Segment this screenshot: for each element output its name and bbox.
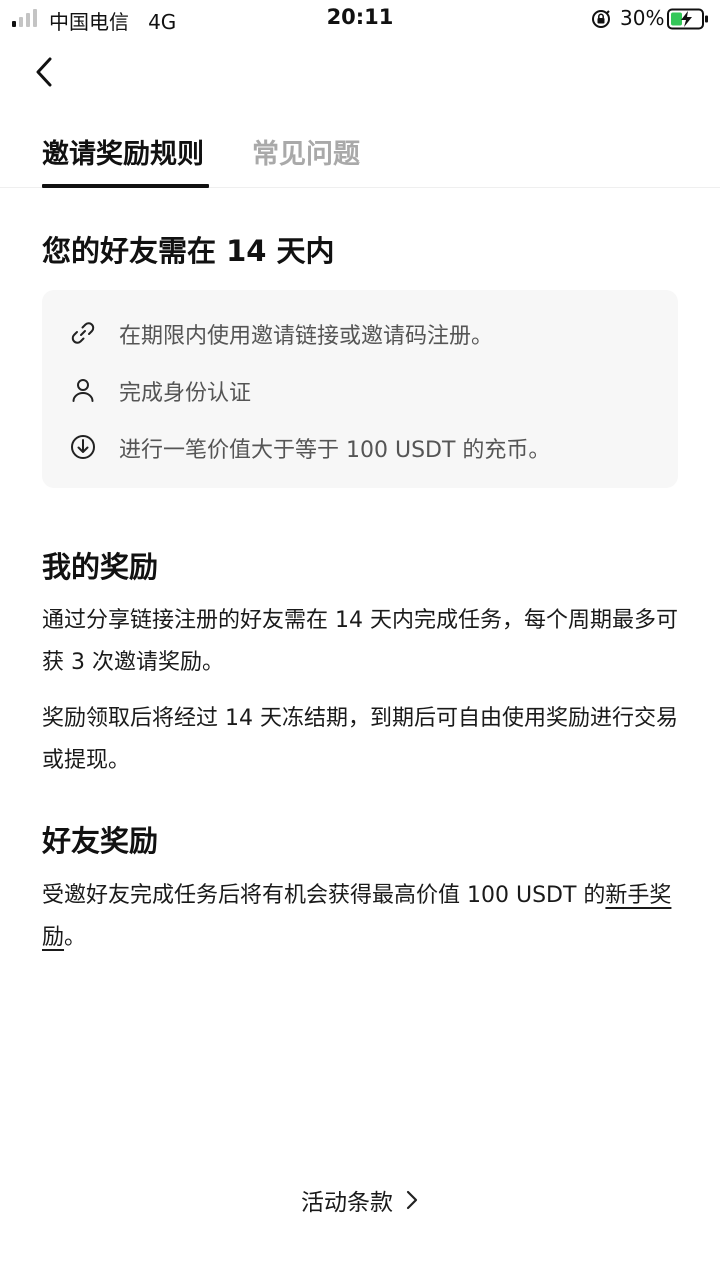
battery-percent: 30% [620, 6, 665, 30]
steps-card: 在期限内使用邀请链接或邀请码注册。 完成身份认证 进行一笔价值大于等于 100 … [42, 290, 678, 488]
friend-reward-title: 好友奖励 [42, 824, 159, 858]
user-icon [72, 379, 94, 402]
my-reward-title: 我的奖励 [42, 550, 159, 584]
active-tab-indicator [42, 184, 209, 188]
step-text: 进行一笔价值大于等于 100 USDT 的充币。 [119, 438, 551, 463]
step-text: 完成身份认证 [119, 381, 252, 406]
tab-bar: 邀请奖励规则 常见问题 [0, 118, 720, 188]
deposit-icon [71, 435, 95, 459]
status-bar: 中国电信 4G 20:11 30% [0, 0, 720, 38]
invite-rules-page: 中国电信 4G 20:11 30% 邀请奖励规则 常见问题 您的好友需在 14 … [0, 0, 720, 1280]
step-text: 在期限内使用邀请链接或邀请码注册。 [119, 324, 494, 349]
chevron-left-icon [36, 57, 52, 87]
back-button[interactable] [26, 52, 62, 92]
step-verify: 完成身份认证 [42, 369, 678, 409]
link-icon [71, 322, 95, 344]
tab-faq[interactable]: 常见问题 [252, 132, 360, 171]
step-register: 在期限内使用邀请链接或邀请码注册。 [42, 312, 678, 352]
chevron-right-icon [406, 1190, 418, 1210]
clock: 20:11 [326, 5, 394, 29]
friend-reward-tail: 。 [64, 925, 87, 950]
step-deposit: 进行一笔价值大于等于 100 USDT 的充币。 [42, 426, 678, 466]
activity-terms-link[interactable]: 活动条款 [0, 1183, 720, 1217]
terms-label: 活动条款 [301, 1190, 393, 1216]
orientation-lock-icon [592, 10, 610, 28]
tab-invite-rules[interactable]: 邀请奖励规则 [42, 132, 204, 171]
friend-reward-body: 受邀好友完成任务后将有机会获得最高价值 100 USDT 的 [42, 883, 606, 908]
my-reward-para-2: 奖励领取后将经过 14 天冻结期，到期后可自由使用奖励进行交易或提现。 [42, 706, 678, 773]
battery-icon [667, 8, 708, 30]
friend-reward-text: 受邀好友完成任务后将有机会获得最高价值 100 USDT 的新手奖励。 [42, 875, 682, 959]
friend-task-title: 您的好友需在 14 天内 [42, 234, 335, 268]
my-reward-para-1: 通过分享链接注册的好友需在 14 天内完成任务，每个周期最多可获 3 次邀请奖励… [42, 608, 678, 675]
